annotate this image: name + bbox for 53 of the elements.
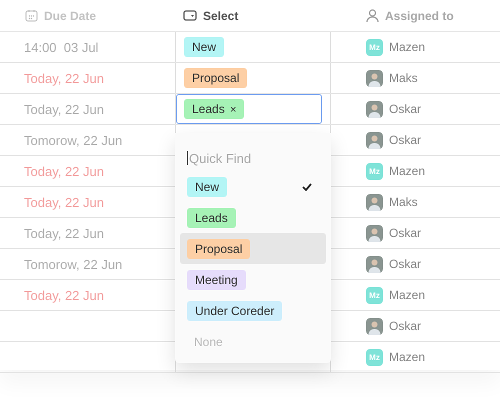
dropdown-option[interactable]: Proposal (180, 233, 326, 264)
assignee-name: Maks (389, 195, 418, 209)
avatar-icon (366, 132, 383, 148)
due-date: Today, 22 Jun (24, 70, 104, 86)
tag: Proposal (187, 238, 250, 258)
initials-avatar: Mz (366, 286, 383, 304)
initials-avatar: Mz (366, 38, 383, 56)
due-date: Today, 22 Jun (24, 194, 104, 210)
column-header: Due Date (44, 8, 96, 22)
tag: New (187, 176, 228, 196)
tag: Under Coreder (187, 300, 282, 320)
column-header: Select (203, 8, 238, 22)
initials-avatar: Mz (366, 162, 383, 180)
dropdown-icon (183, 10, 197, 21)
assignee-name: Oskar (389, 133, 422, 147)
assignee-name: Oskar (389, 257, 422, 271)
assignee-name: Mazen (389, 40, 426, 54)
assignee-name: Mazen (389, 350, 426, 364)
avatar-icon (366, 224, 383, 242)
assignee-name: Oskar (389, 319, 422, 333)
remove-tag-button[interactable]: × (230, 104, 236, 116)
initials-avatar: Mz (366, 348, 383, 366)
assignee-name: Oskar (389, 102, 422, 116)
tag: New (184, 37, 224, 57)
dropdown-option[interactable]: Leads (180, 202, 326, 233)
calendar-icon (25, 9, 38, 22)
quick-find-field[interactable]: Quick Find (188, 150, 310, 166)
due-date: Tomorow, 22 Jun (24, 256, 122, 272)
tag: Proposal (184, 68, 248, 88)
due-date: Today, 22 Jun (24, 164, 104, 178)
due-date: Today, 22 Jun (24, 288, 104, 302)
dropdown-option[interactable]: Under Coreder (180, 295, 326, 326)
due-date: Tomorow, 22 Jun (24, 132, 122, 148)
avatar-icon (366, 256, 383, 272)
avatar-icon (366, 194, 383, 210)
avatar-icon (366, 100, 383, 118)
assignee-name: Oskar (389, 226, 422, 240)
dropdown-option[interactable]: Meeting (180, 264, 326, 295)
avatar-icon (366, 318, 383, 334)
dropdown-option[interactable]: New (180, 171, 326, 202)
assignee-name: Mazen (389, 288, 426, 302)
assignee-name: Mazen (389, 164, 426, 178)
assignee-name: Maks (389, 71, 418, 85)
due-date: 14:00 03 Jul (24, 40, 98, 54)
due-date: Today, 22 Jun (24, 102, 104, 116)
tag: Leads (187, 208, 236, 228)
column-header: Assigned to (385, 8, 454, 22)
tag: Meeting (187, 270, 246, 290)
person-icon (366, 8, 379, 22)
due-date: Today, 22 Jun (24, 226, 104, 240)
tag: Leads × (184, 99, 244, 119)
tag-input-field[interactable]: Leads × (176, 94, 322, 124)
avatar-icon (366, 70, 383, 86)
